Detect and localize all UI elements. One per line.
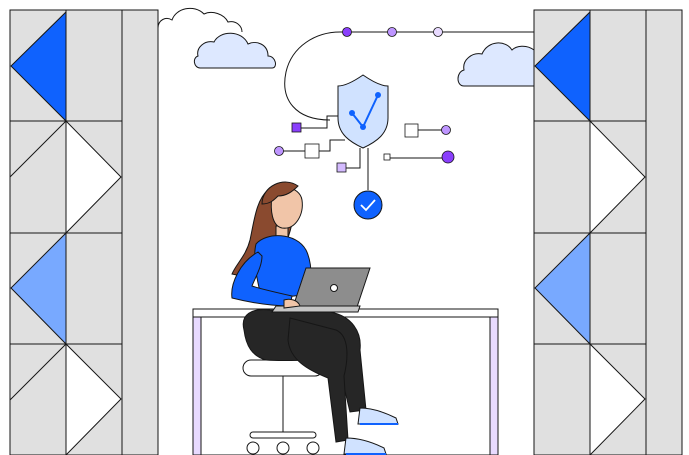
left-pattern-panel [9,9,159,455]
shield-icon [337,74,389,149]
cloud-icon [457,42,535,87]
security-illustration [9,7,683,455]
checkmark-icon [353,190,383,220]
illustration-canvas [0,0,689,455]
right-pattern-panel [533,9,683,455]
